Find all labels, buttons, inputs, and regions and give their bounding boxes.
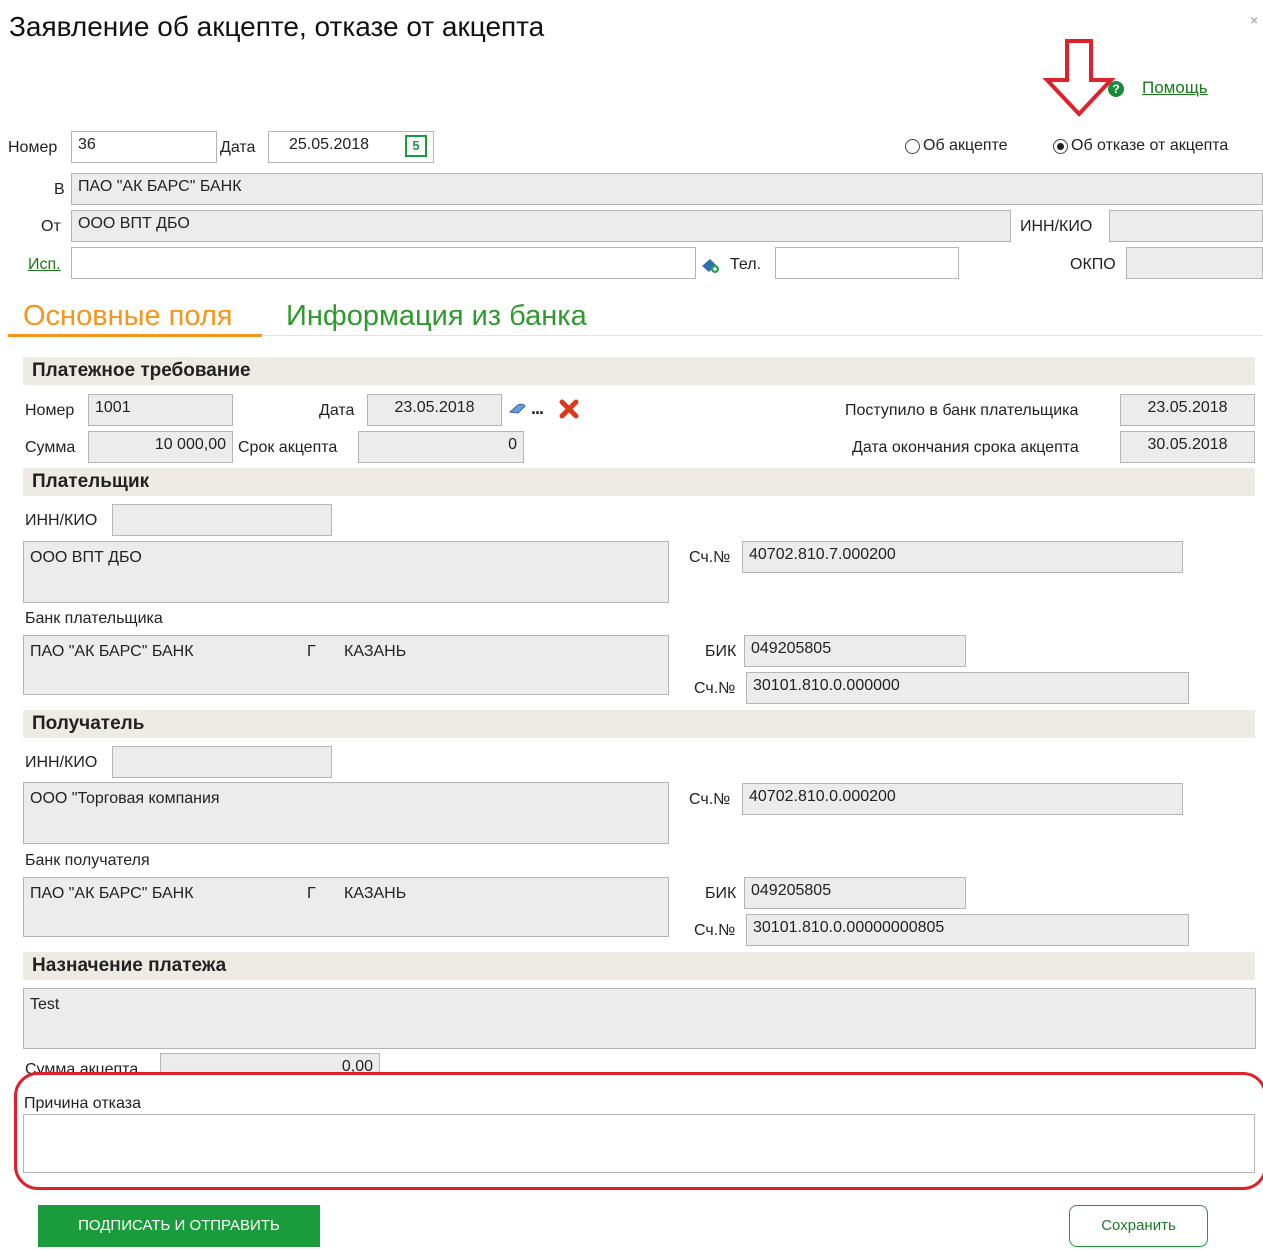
more-icon[interactable]: ... [531,398,544,419]
help-link[interactable]: Помощь [1142,78,1208,98]
pr-received-label: Поступило в банк плательщика [845,402,1079,419]
payer-bank-city: КАЗАНЬ [344,643,407,660]
refusal-input[interactable] [23,1114,1255,1173]
payer-account-label: Сч.№ [689,549,731,566]
section-purpose: Назначение платежа [23,952,1255,980]
refusal-label: Причина отказа [24,1095,141,1112]
date-label: Дата [220,139,256,156]
radio-refuse-label: Об отказе от акцепта [1071,137,1229,154]
section-payment-request: Платежное требование [23,357,1255,385]
recipient-account-label: Сч.№ [689,791,731,808]
recipient-bik-field[interactable]: 049205805 [744,877,966,909]
recipient-bank-label: Банк получателя [25,852,150,869]
recipient-bank-field[interactable]: ПАО "АК БАРС" БАНК Г КАЗАНЬ [23,877,669,937]
tab-main-underline [8,334,262,337]
pr-number-label: Номер [25,402,75,419]
recipient-name-field[interactable]: ООО "Торговая компания [23,782,669,844]
pr-term-label: Срок акцепта [238,439,338,456]
executor-link[interactable]: Исп. [28,255,61,275]
payer-corr-label: Сч.№ [694,680,736,697]
section-recipient: Получатель [23,710,1255,738]
phone-label: Тел. [730,256,762,273]
payer-corr-field[interactable]: 30101.810.0.000000 [746,672,1189,704]
recipient-bank-city-prefix: Г [307,885,316,902]
pr-end-label: Дата окончания срока акцепта [852,439,1079,456]
recipient-account-field[interactable]: 40702.810.0.000200 [742,783,1183,815]
purpose-field[interactable]: Test [23,988,1256,1049]
recipient-inn-label: ИНН/КИО [25,754,98,771]
from-field[interactable]: ООО ВПТ ДБО [71,210,1011,242]
sign-send-button[interactable]: ПОДПИСАТЬ И ОТПРАВИТЬ [38,1205,320,1247]
save-button[interactable]: Сохранить [1069,1205,1208,1247]
recipient-corr-label: Сч.№ [694,922,736,939]
payer-bik-label: БИК [705,643,737,660]
radio-accept[interactable]: Об акцепте [905,137,1008,155]
from-label: От [41,218,61,235]
radio-refuse[interactable]: Об отказе от акцепта [1053,137,1228,155]
pr-sum-field[interactable]: 10 000,00 [88,431,233,463]
payer-bik-field[interactable]: 049205805 [744,635,966,667]
recipient-inn-field[interactable] [112,746,332,778]
tab-main[interactable]: Основные поля [23,298,232,334]
section-payer: Плательщик [23,468,1255,496]
delete-icon[interactable] [558,398,580,420]
okpo-label: ОКПО [1070,256,1116,273]
edit-icon[interactable] [508,402,528,416]
close-icon[interactable]: × [1250,12,1258,28]
to-label: В [54,181,65,198]
radio-accept-circle[interactable] [905,138,920,154]
pr-term-field[interactable]: 0 [358,431,524,463]
payer-account-field[interactable]: 40702.810.7.000200 [742,541,1183,573]
dialog-title: Заявление об акцепте, отказе от акцепта [9,11,545,42]
payer-bank-name: ПАО "АК БАРС" БАНК [30,643,194,660]
phone-input[interactable] [775,247,959,279]
pr-date-field[interactable]: 23.05.2018 [367,394,502,426]
pr-received-field[interactable]: 23.05.2018 [1120,394,1255,426]
number-input[interactable]: 36 [71,131,217,163]
payer-name-field[interactable]: ООО ВПТ ДБО [23,541,669,603]
payer-bank-field[interactable]: ПАО "АК БАРС" БАНК Г КАЗАНЬ [23,635,669,695]
recipient-bank-city: КАЗАНЬ [344,885,407,902]
executor-input[interactable] [71,247,696,279]
pr-end-field[interactable]: 30.05.2018 [1120,431,1255,463]
directory-icon[interactable] [700,256,720,274]
radio-refuse-circle[interactable] [1053,138,1068,154]
payer-bank-city-prefix: Г [307,643,316,660]
date-input[interactable]: 25.05.2018 5 [268,131,434,163]
inn-field[interactable] [1109,210,1263,242]
pr-number-field[interactable]: 1001 [88,394,233,426]
date-value: 25.05.2018 [289,136,370,153]
pr-sum-label: Сумма [25,439,76,456]
number-label: Номер [8,139,58,156]
recipient-corr-field[interactable]: 30101.810.0.00000000805 [746,914,1189,946]
recipient-bank-name: ПАО "АК БАРС" БАНК [30,885,194,902]
tab-bank[interactable]: Информация из банка [286,298,587,334]
calendar-icon[interactable]: 5 [405,135,427,157]
payer-inn-field[interactable] [112,504,332,536]
tabs-divider [262,335,1263,336]
radio-accept-label: Об акцепте [923,137,1008,154]
to-field[interactable]: ПАО "АК БАРС" БАНК [71,173,1263,205]
help-icon[interactable]: ? [1108,81,1124,97]
annotation-arrow-icon [1042,39,1116,117]
payer-inn-label: ИНН/КИО [25,512,98,529]
okpo-field[interactable] [1126,247,1263,279]
recipient-bik-label: БИК [705,885,737,902]
pr-date-label: Дата [319,402,355,419]
inn-label: ИНН/КИО [1020,218,1093,235]
payer-bank-label: Банк плательщика [25,610,163,627]
